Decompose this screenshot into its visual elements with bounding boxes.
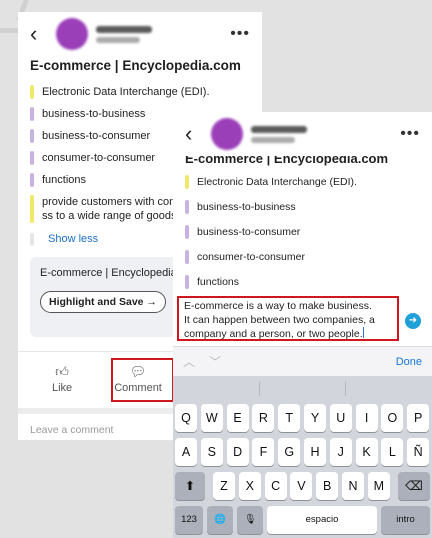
key-j[interactable]: J bbox=[329, 438, 352, 466]
key-e[interactable]: E bbox=[226, 404, 249, 432]
shift-key[interactable]: ⬆ bbox=[175, 472, 205, 500]
header-bar: ‹ ••• bbox=[18, 12, 262, 56]
right-screen: ‹ ••• E-commerce | Encyclopedia.com Elec… bbox=[173, 112, 432, 538]
key-f[interactable]: F bbox=[252, 438, 275, 466]
key-n[interactable]: N bbox=[342, 472, 364, 500]
key-h[interactable]: H bbox=[304, 438, 326, 466]
highlight-color-bar bbox=[30, 151, 34, 165]
key-u[interactable]: U bbox=[329, 404, 352, 432]
highlight-item[interactable]: functions bbox=[173, 270, 432, 295]
comment-highlight-box bbox=[111, 358, 174, 402]
highlight-text: provide customers with conve ss to a wid… bbox=[42, 196, 189, 222]
highlight-color-bar bbox=[185, 225, 189, 239]
chevron-left-icon[interactable]: ‹ bbox=[30, 23, 48, 45]
numbers-key[interactable]: 123 bbox=[175, 506, 203, 534]
key-d[interactable]: D bbox=[226, 438, 249, 466]
highlight-color-bar bbox=[30, 107, 34, 121]
more-horizontal-icon[interactable]: ••• bbox=[230, 25, 250, 43]
highlight-color-bar bbox=[185, 250, 189, 264]
highlight-item[interactable]: business-to-consumer bbox=[173, 220, 432, 245]
globe-icon[interactable]: 🌐 bbox=[207, 506, 233, 534]
suggestion-slot[interactable] bbox=[346, 382, 432, 396]
highlights-list: Electronic Data Interchange (EDI). busine… bbox=[173, 170, 432, 295]
key-q[interactable]: Q bbox=[175, 404, 197, 432]
header-bar: ‹ ••• bbox=[173, 112, 432, 156]
key-g[interactable]: G bbox=[278, 438, 301, 466]
highlight-item[interactable]: consumer-to-consumer bbox=[173, 245, 432, 270]
highlight-color-bar bbox=[30, 129, 34, 143]
suggestion-slot[interactable] bbox=[260, 382, 347, 396]
comment-text: E-commerce is a way to make business. It… bbox=[184, 300, 375, 340]
like-button[interactable]: 👍︎ Like bbox=[52, 364, 72, 394]
key-z[interactable]: Z bbox=[213, 472, 235, 500]
send-arrow-icon[interactable]: ➜ bbox=[405, 313, 421, 329]
chevron-down-icon[interactable]: ﹀ bbox=[209, 353, 221, 370]
highlight-text: business-to-business bbox=[197, 201, 296, 213]
avatar[interactable] bbox=[56, 18, 88, 50]
suggestion-bar bbox=[173, 376, 432, 402]
highlight-text: business-to-consumer bbox=[42, 130, 151, 142]
article-title-partial: E-commerce | Encyclopedia.com bbox=[185, 156, 389, 166]
key-p[interactable]: P bbox=[407, 404, 430, 432]
highlight-text: functions bbox=[197, 276, 240, 288]
highlight-text: functions bbox=[42, 174, 87, 186]
key-c[interactable]: C bbox=[264, 472, 287, 500]
highlight-item[interactable]: Electronic Data Interchange (EDI). bbox=[18, 81, 262, 103]
suggestion-slot[interactable] bbox=[173, 382, 260, 396]
highlight-text: Electronic Data Interchange (EDI). bbox=[42, 86, 210, 98]
chevron-up-icon[interactable]: ︿ bbox=[183, 353, 195, 370]
like-label: Like bbox=[52, 382, 73, 394]
key-i[interactable]: I bbox=[355, 404, 378, 432]
key-b[interactable]: B bbox=[316, 472, 339, 500]
highlight-color-bar bbox=[30, 173, 34, 187]
text-caret bbox=[362, 327, 365, 338]
highlight-and-save-button[interactable]: Highlight and Save → bbox=[40, 291, 166, 313]
done-button[interactable]: Done bbox=[396, 356, 422, 368]
highlight-text: consumer-to-consumer bbox=[42, 152, 156, 164]
key-s[interactable]: S bbox=[200, 438, 223, 466]
highlight-color-bar bbox=[30, 85, 34, 99]
key-o[interactable]: O bbox=[381, 404, 404, 432]
return-key[interactable]: intro bbox=[381, 506, 430, 534]
blurred-user-name bbox=[251, 125, 307, 143]
comment-input[interactable]: E-commerce is a way to make business. It… bbox=[177, 296, 399, 341]
highlight-item[interactable]: Electronic Data Interchange (EDI). bbox=[173, 170, 432, 195]
blurred-user-name bbox=[96, 25, 152, 43]
key-w[interactable]: W bbox=[200, 404, 223, 432]
key-x[interactable]: X bbox=[238, 472, 261, 500]
key-l[interactable]: L bbox=[381, 438, 404, 466]
highlight-text: business-to-consumer bbox=[197, 226, 301, 238]
more-horizontal-icon[interactable]: ••• bbox=[400, 125, 420, 143]
thumbs-up-icon: 👍︎ bbox=[55, 364, 69, 379]
highlight-color-bar bbox=[185, 175, 189, 189]
keyboard: Q W E R T Y U I O P A S D F G H J K L Ñ ⬆ Z X C V B N M ⌫ 123 🌐 🎙 espaci… bbox=[173, 376, 432, 538]
key-k[interactable]: K bbox=[355, 438, 378, 466]
keyboard-accessory-bar: ︿ ﹀ Done bbox=[173, 346, 432, 376]
highlight-text: consumer-to-consumer bbox=[197, 251, 305, 263]
delete-key[interactable]: ⌫ bbox=[398, 472, 430, 500]
chevron-left-icon[interactable]: ‹ bbox=[185, 123, 203, 145]
key-y[interactable]: Y bbox=[304, 404, 326, 432]
key-v[interactable]: V bbox=[290, 472, 313, 500]
highlight-color-bar bbox=[185, 200, 189, 214]
highlight-color-bar bbox=[185, 275, 189, 289]
highlight-item[interactable]: business-to-business bbox=[173, 195, 432, 220]
key-ñ[interactable]: Ñ bbox=[407, 438, 430, 466]
key-t[interactable]: T bbox=[278, 404, 301, 432]
key-m[interactable]: M bbox=[367, 472, 390, 500]
avatar[interactable] bbox=[211, 118, 243, 150]
space-key[interactable]: espacio bbox=[267, 506, 377, 534]
highlight-text: business-to-business bbox=[42, 108, 146, 120]
highlight-text: Electronic Data Interchange (EDI). bbox=[197, 176, 357, 188]
article-title: E-commerce | Encyclopedia.com bbox=[30, 58, 241, 73]
highlight-color-bar bbox=[30, 195, 34, 223]
key-a[interactable]: A bbox=[175, 438, 197, 466]
key-r[interactable]: R bbox=[252, 404, 275, 432]
microphone-icon[interactable]: 🎙 bbox=[237, 506, 263, 534]
